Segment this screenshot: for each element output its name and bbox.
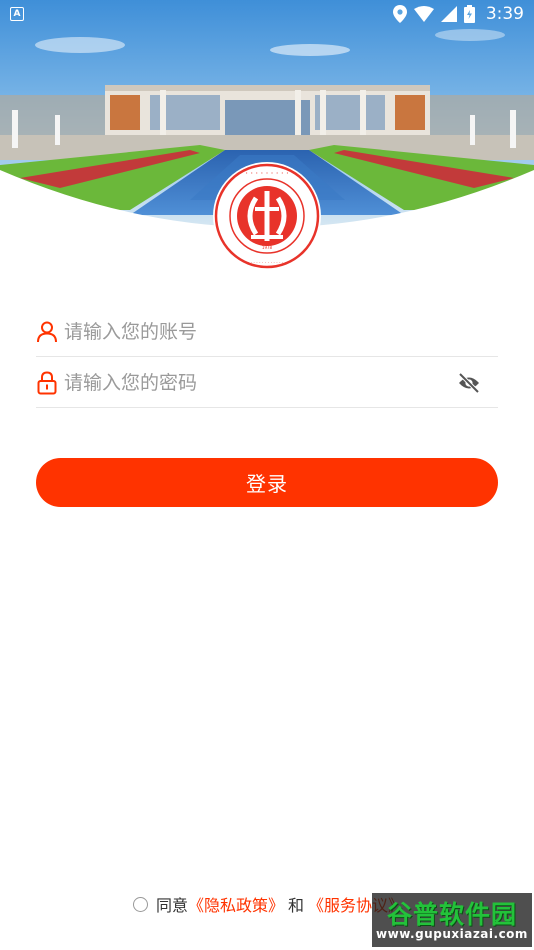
watermark: 谷普软件园 www.gupuxiazai.com (372, 893, 532, 947)
password-field[interactable] (36, 358, 498, 408)
account-input[interactable] (64, 320, 498, 343)
account-field[interactable] (36, 307, 498, 357)
agree-radio[interactable] (133, 896, 148, 912)
battery-icon (463, 5, 475, 23)
privacy-policy-link[interactable]: 《隐私政策》 (188, 892, 284, 916)
agree-and: 和 (288, 896, 305, 915)
watermark-url: www.gupuxiazai.com (376, 927, 528, 941)
status-bar: A 3:39 (0, 0, 534, 28)
agreement-row: 同意 《隐私政策》 和 《服务协议》 (133, 892, 404, 916)
svg-text:1978: 1978 (262, 245, 273, 250)
svg-text:· · · · · · · · · · · · · ·: · · · · · · · · · · · · · · (248, 261, 287, 266)
watermark-title: 谷普软件园 (386, 900, 517, 929)
agree-prefix: 同意 (156, 896, 189, 915)
password-input[interactable] (64, 371, 456, 394)
user-icon (36, 320, 58, 344)
location-icon (392, 5, 407, 23)
wifi-icon (413, 6, 434, 22)
school-logo: · · · · · · · · · · · · · · · · · · · · … (211, 160, 323, 272)
login-button[interactable]: 登录 (36, 458, 498, 507)
eye-off-icon[interactable] (456, 370, 482, 396)
notification-icon: A (10, 7, 24, 21)
signal-icon (440, 6, 457, 22)
school-seal-icon: · · · · · · · · · · · · · · · · · · · · … (213, 162, 321, 270)
svg-text:· · · · · · · · ·: · · · · · · · · · (245, 169, 288, 178)
lock-icon (36, 370, 58, 395)
status-time: 3:39 (485, 4, 524, 24)
